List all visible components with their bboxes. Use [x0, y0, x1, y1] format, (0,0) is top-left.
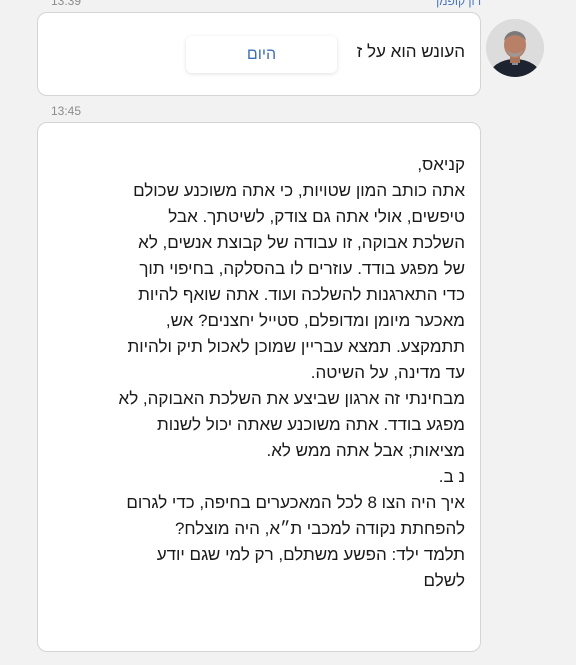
message-time: 13:39 — [51, 0, 82, 8]
message-line: להפחתת נקודה למכבי ת״א, היה מוצלח? — [174, 519, 465, 538]
chat-view: 13:39 רון קופמן העונש הוא על ז היום 13:4… — [0, 0, 576, 665]
message-bubble: קניאס, אתה כותב המון שטויות, כי אתה משוכ… — [37, 122, 481, 652]
message-line: כדי התארגנות להשלכה ועוד. אתה שואף להיות — [138, 285, 465, 304]
message-time: 13:45 — [51, 104, 82, 118]
message-line: איך היה הצו 8 לכל המאכערים בחיפה, כדי לג… — [126, 493, 465, 512]
avatar[interactable] — [486, 19, 544, 77]
message-line: עד מדינה, על השיטה. — [310, 363, 465, 382]
message-line: מציאות; אבל אתה ממש לא. — [266, 441, 465, 460]
message-line: טיפשים, אולי אתה גם צודק, לשיטתך. אבל — [168, 207, 465, 226]
previous-message-text: העונש הוא על ז — [356, 42, 465, 61]
message-line: קניאס, — [417, 155, 465, 174]
message-line: אתה כותב המון שטויות, כי אתה משוכנע שכול… — [133, 181, 465, 200]
message-body: קניאס, אתה כותב המון שטויות, כי אתה משוכ… — [45, 152, 465, 594]
date-separator: היום — [186, 36, 337, 73]
message-line: מאכער מיומן ומדופלם, סטייל יחצנים? אש, — [165, 311, 465, 330]
message-line: מפגע בודד. אתה משוכנע שאתה יכול לשנות — [157, 415, 465, 434]
message-line: תתמקצע. תמצא עבריין שמוכן לאכול תיק ולהי… — [127, 337, 465, 356]
message-line: נ ב. — [438, 467, 465, 486]
message-line: השלכת אבוקה, זו עבודה של קבוצת אנשים, לא — [138, 233, 465, 252]
message-line: לשלם — [423, 571, 465, 590]
user-avatar-icon — [486, 19, 544, 77]
message-line: תלמד ילד: הפשע משתלם, רק למי שגם יודע — [156, 545, 465, 564]
message-author-name[interactable]: רון קופמן — [436, 0, 481, 8]
message-line: מבחינתי זה ארגון שביצע את השלכת האבוקה, … — [118, 389, 465, 408]
message-line: של מפגע בודד. עוזרים לו בהסלקה, בחיפוי ת… — [139, 259, 465, 278]
